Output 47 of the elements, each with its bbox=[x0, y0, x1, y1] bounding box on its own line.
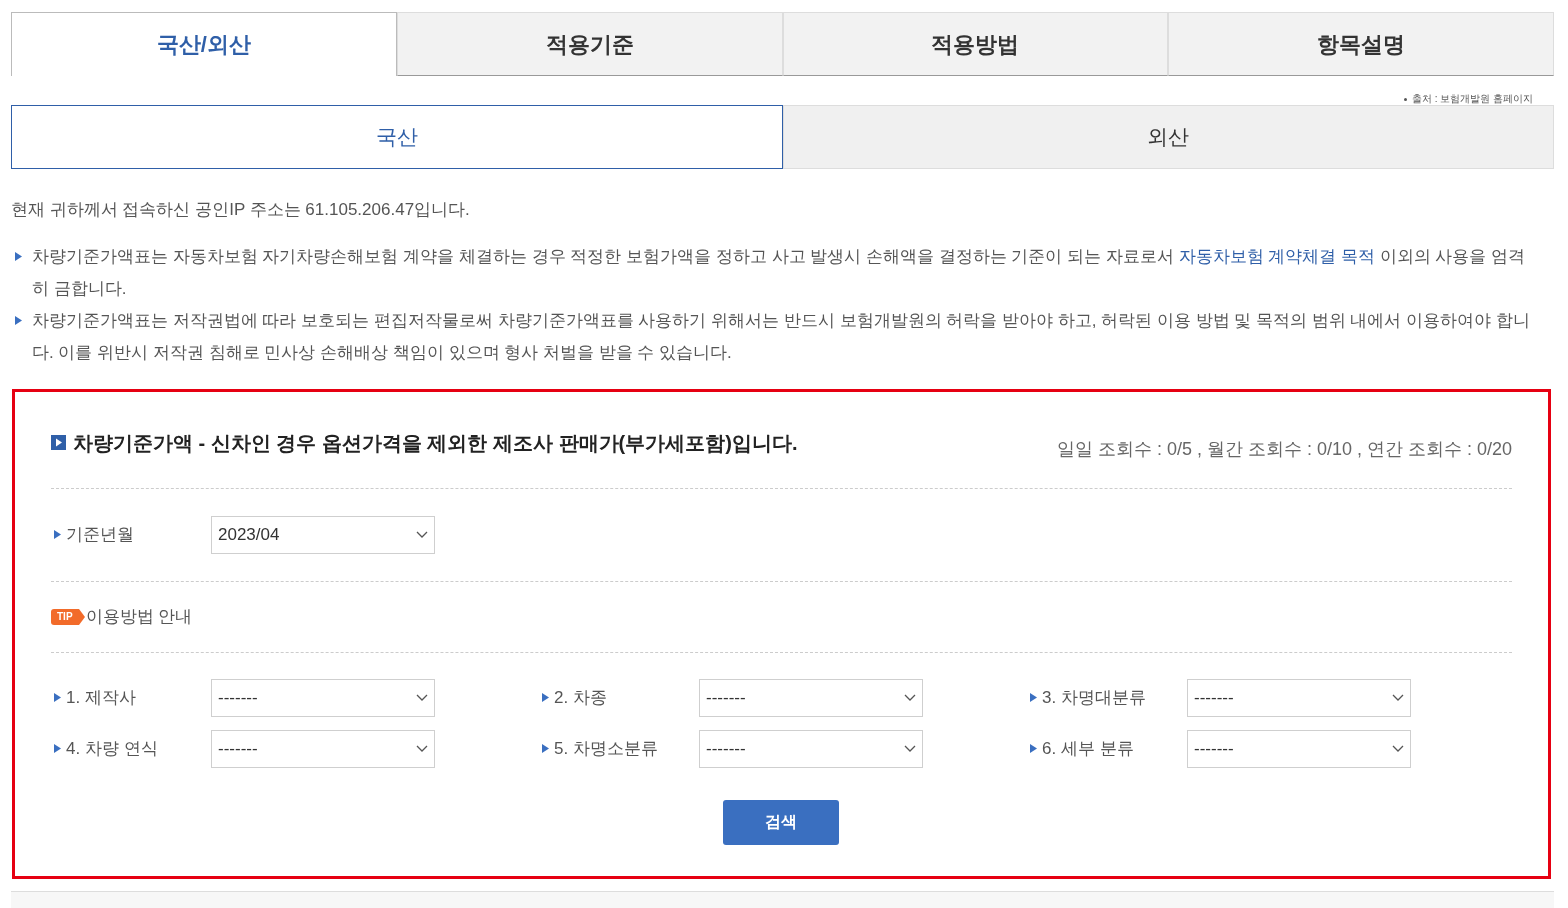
field-label: 4. 차량 연식 bbox=[66, 737, 158, 760]
field-label: 기준년월 bbox=[66, 523, 134, 546]
bullet-icon bbox=[54, 744, 61, 753]
source-note: 출처 : 보험개발원 홈페이지 bbox=[1411, 94, 1533, 105]
bullet-icon bbox=[54, 693, 61, 702]
field-label: 2. 차종 bbox=[554, 686, 607, 709]
tab[interactable]: 국산 bbox=[11, 105, 783, 169]
tab[interactable]: 국산/외산 bbox=[11, 12, 397, 76]
chevron-down-icon bbox=[416, 693, 428, 702]
chevron-down-icon bbox=[416, 530, 428, 539]
bullet-icon bbox=[54, 530, 61, 539]
tab[interactable]: 항목설명 bbox=[1168, 12, 1554, 76]
notice-text: 차량기준가액표는 저작권법에 따라 보호되는 편집저작물로써 차량기준가액표를 사용하기 위해서는 반드시 보험개발원의 허락을 받아야 하고, 허락된 이용 방법 및 목적의 범위 내에서 이용하여야 합니다. 이를 위반시 저작권 침해로 민사상 손해배상 책임이 있으며 형사 처벌을 받을 수 있습니다. bbox=[32, 309, 1531, 364]
link[interactable]: 자동차보험 계약체결 목적 bbox=[1178, 246, 1376, 266]
dropdown[interactable]: ------- bbox=[1187, 729, 1411, 768]
notice-text: 차량기준가액표는 자동차보험 자기차량손해보험 계약을 체결하는 경우 적정한 보험가액을 정하고 사고 발생시 손해액을 결정하는 기준이 되는 자료로서 자동차보험 계약체결 목적 이외의 사용을 엄격히 금합니다. bbox=[32, 245, 1527, 300]
field-label: 3. 차명대분류 bbox=[1042, 686, 1146, 709]
bullet-icon bbox=[1030, 744, 1037, 753]
dropdown[interactable]: 2023/04 bbox=[211, 515, 435, 554]
field-label: 6. 세부 분류 bbox=[1042, 737, 1134, 760]
tab[interactable]: 적용기준 bbox=[396, 12, 783, 76]
dropdown[interactable]: ------- bbox=[211, 729, 435, 768]
chevron-down-icon bbox=[1392, 744, 1404, 753]
tab[interactable]: 적용방법 bbox=[782, 12, 1169, 76]
dropdown[interactable]: ------- bbox=[211, 678, 435, 717]
ip-notice: 현재 귀하께서 접속하신 공인IP 주소는 61.105.206.47입니다. bbox=[11, 199, 471, 221]
tab[interactable]: 외산 bbox=[782, 105, 1554, 169]
search-button[interactable]: 검색 bbox=[722, 799, 839, 845]
bullet-icon bbox=[15, 315, 22, 325]
dropdown[interactable]: ------- bbox=[699, 729, 923, 768]
chevron-down-icon bbox=[904, 693, 916, 702]
tip-label: 이용방법 안내 bbox=[85, 605, 193, 628]
dropdown[interactable]: ------- bbox=[699, 678, 923, 717]
bullet-icon bbox=[15, 251, 22, 261]
bullet-icon bbox=[1030, 693, 1037, 702]
play-square-icon bbox=[51, 435, 66, 450]
panel-title: 차량기준가액 - 신차인 경우 옵션가격을 제외한 제조사 판매가(부가세포함)입니다. bbox=[73, 430, 798, 456]
field-label: 1. 제작사 bbox=[66, 686, 136, 709]
chevron-down-icon bbox=[904, 744, 916, 753]
bullet-icon bbox=[542, 693, 549, 702]
dropdown[interactable]: ------- bbox=[1187, 678, 1411, 717]
view-counts: 일일 조회수 : 0/5 , 월간 조회수 : 0/10 , 연간 조회수 : 0/20 bbox=[1056, 437, 1512, 461]
chevron-down-icon bbox=[416, 744, 428, 753]
bullet-icon bbox=[542, 744, 549, 753]
tip-arrow-icon bbox=[78, 608, 85, 625]
chevron-down-icon bbox=[1392, 693, 1404, 702]
field-label: 5. 차명소분류 bbox=[554, 737, 658, 760]
